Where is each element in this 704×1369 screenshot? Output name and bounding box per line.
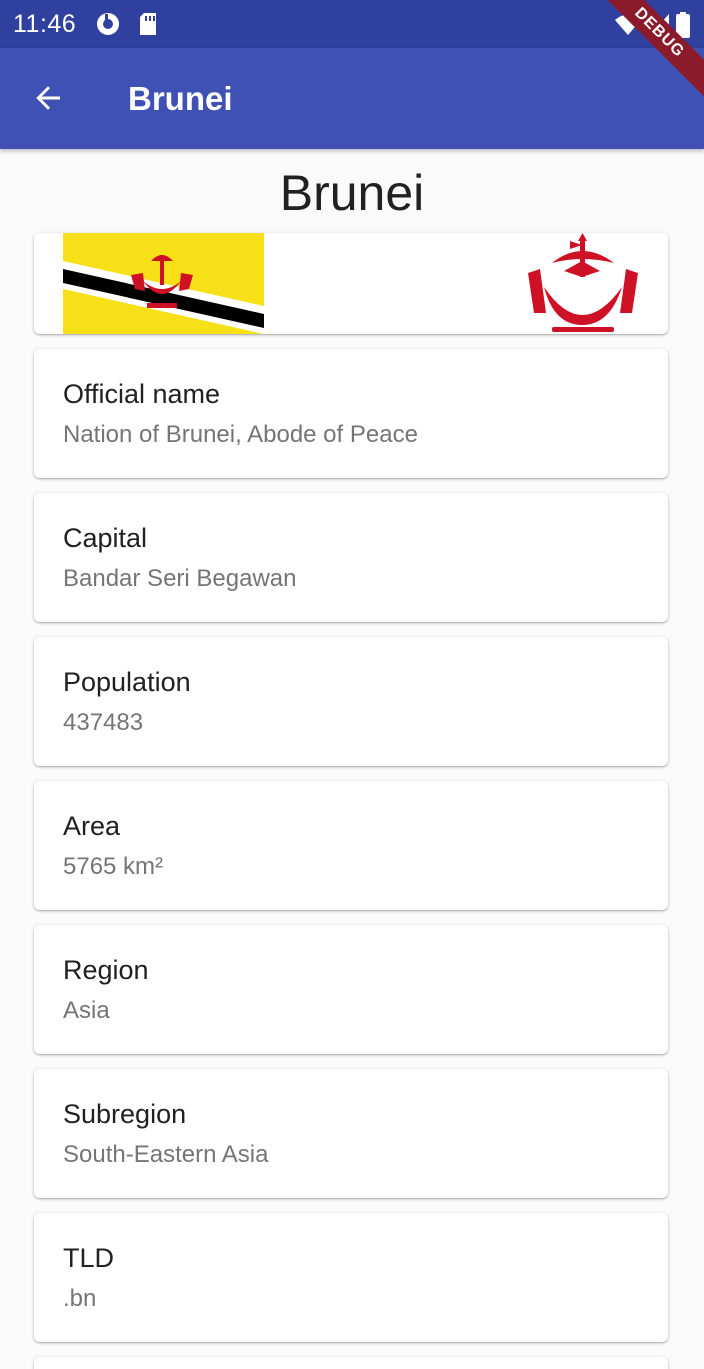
field-value: Nation of Brunei, Abode of Peace (63, 421, 418, 448)
back-button[interactable] (24, 76, 72, 124)
field-value: Asia (63, 997, 110, 1024)
field-value: South-Eastern Asia (63, 1141, 269, 1168)
field-label: Area (63, 811, 121, 841)
field-value: Bandar Seri Begawan (63, 565, 297, 592)
notification-icon (96, 12, 120, 41)
field-label: TLD (63, 1243, 115, 1273)
field-card-capital: Capital Bandar Seri Begawan (34, 493, 668, 622)
status-time: 11:46 (13, 10, 77, 38)
field-card-area: Area 5765 km² (34, 781, 668, 910)
arrow-back-icon (32, 82, 64, 119)
field-card-region: Region Asia (34, 925, 668, 1054)
field-label: Subregion (63, 1099, 187, 1129)
field-card-subregion: Subregion South-Eastern Asia (34, 1069, 668, 1198)
page-title: Brunei (279, 165, 425, 221)
field-card-population: Population 437483 (34, 637, 668, 766)
coat-of-arms-icon (528, 233, 638, 332)
app-bar-title: Brunei (128, 80, 233, 117)
field-label: Capital (63, 523, 148, 553)
field-label: Official name (63, 379, 221, 409)
status-bar: 11:46 (0, 0, 704, 48)
field-card-official-name: Official name Nation of Brunei, Abode of… (34, 349, 668, 478)
sd-card-icon (138, 12, 158, 41)
app-bar: Brunei (0, 48, 704, 149)
field-card-tld: TLD .bn (34, 1213, 668, 1342)
flag-card (34, 233, 668, 334)
field-label: Population (63, 667, 191, 697)
field-card-partial (34, 1357, 668, 1369)
field-label: Region (63, 955, 149, 985)
field-value: .bn (63, 1285, 97, 1312)
country-flag (63, 233, 264, 334)
field-value: 437483 (63, 709, 144, 736)
field-value: 5765 km² (63, 853, 164, 880)
